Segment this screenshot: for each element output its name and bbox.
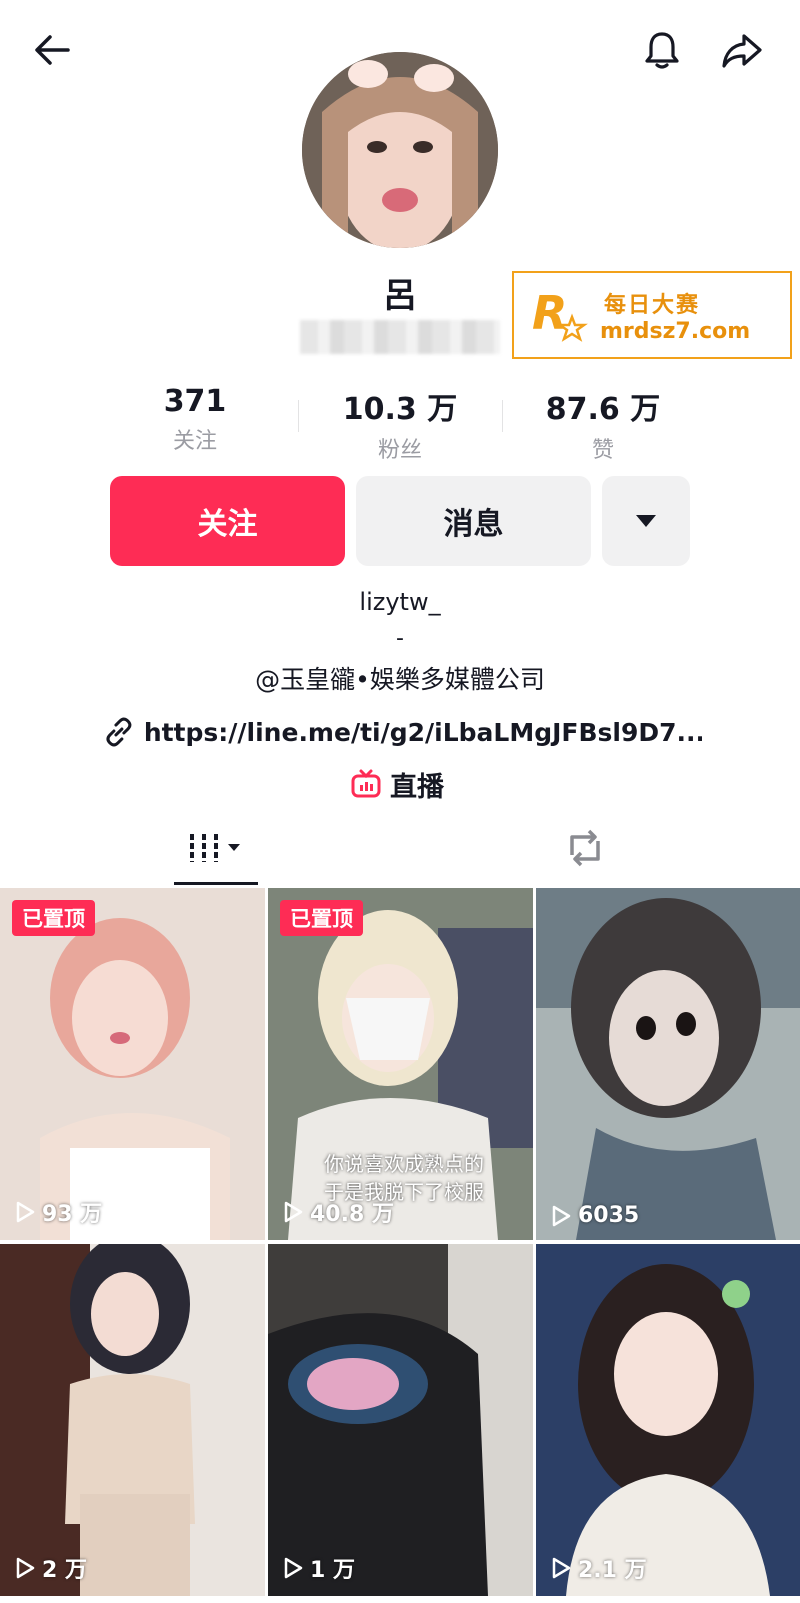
stat-followers-label: 粉丝 [377, 438, 422, 463]
view-count: 6035 [550, 1203, 639, 1228]
stat-following-value: 371 [163, 384, 227, 419]
bell-icon [645, 32, 679, 69]
pinned-badge: 已置顶 [12, 900, 95, 936]
live-label: 直播 [390, 771, 444, 803]
stat-following[interactable]: 371 关注 [95, 384, 295, 455]
profile-actions: 关注 消息 [110, 476, 690, 566]
video-tile[interactable]: 1 万 [268, 1244, 533, 1596]
repost-icon [570, 829, 600, 867]
live-entry[interactable]: 直播 [350, 764, 444, 804]
stat-following-label: 关注 [172, 429, 217, 454]
tab-reposts[interactable] [552, 810, 618, 886]
video-tile[interactable]: 已置顶 93 万 [0, 888, 265, 1240]
view-count-text: 93 万 [42, 1202, 103, 1227]
play-icon [284, 1201, 303, 1223]
blurred-handle [300, 320, 500, 354]
view-count-text: 40.8 万 [310, 1202, 394, 1227]
play-icon [284, 1557, 303, 1579]
live-tv-icon [351, 769, 381, 798]
video-caption-line: 你说喜欢成熟点的 [324, 1152, 484, 1176]
more-options-button[interactable] [602, 476, 690, 566]
play-icon [552, 1557, 571, 1579]
stat-likes-value: 87.6 万 [545, 392, 661, 427]
video-tile[interactable]: 6035 [536, 888, 800, 1240]
svg-text:R: R [532, 286, 567, 340]
profile-avatar[interactable] [302, 52, 498, 248]
view-count-text: 2 万 [42, 1558, 87, 1583]
share-button[interactable] [714, 22, 770, 78]
follow-button[interactable]: 关注 [110, 476, 345, 566]
bio-link-text: https://line.me/ti/g2/iLbaLMgJFBsl9D7... [143, 717, 702, 747]
active-tab-indicator [174, 882, 258, 885]
view-count: 1 万 [282, 1552, 355, 1584]
watermark-badge: R 每日大赛 mrdsz7.com [512, 271, 792, 359]
profile-stats: 371 关注 10.3 万 粉丝 87.6 万 赞 [0, 384, 800, 464]
arrow-left-icon [35, 35, 70, 65]
grid-columns-icon [190, 834, 240, 862]
stat-likes[interactable]: 87.6 万 赞 [503, 384, 703, 464]
tab-videos[interactable] [174, 810, 258, 886]
view-count-text: 2.1 万 [578, 1558, 647, 1583]
message-button[interactable]: 消息 [356, 476, 591, 566]
notifications-button[interactable] [634, 22, 690, 78]
video-tile[interactable]: 2.1 万 [536, 1244, 800, 1596]
bio-agency: @玉皇豅•娛樂多媒體公司 [255, 665, 545, 694]
view-count-text: 6035 [578, 1203, 640, 1228]
stat-followers[interactable]: 10.3 万 粉丝 [300, 384, 500, 464]
watermark-url: mrdsz7.com [600, 319, 751, 344]
video-thumbnail [268, 1244, 533, 1596]
link-icon [106, 717, 132, 747]
view-count: 93 万 [14, 1196, 102, 1228]
video-thumbnail [536, 888, 800, 1240]
avatar-image [302, 52, 498, 248]
bio-separator: - [396, 626, 404, 651]
bio-link[interactable]: https://line.me/ti/g2/iLbaLMgJFBsl9D7... [102, 712, 702, 752]
back-button[interactable] [24, 22, 80, 78]
view-count: 2 万 [14, 1552, 87, 1584]
stat-followers-value: 10.3 万 [342, 392, 458, 427]
share-arrow-icon [722, 34, 762, 68]
video-thumbnail [0, 888, 265, 1240]
play-icon [16, 1557, 35, 1579]
play-icon [16, 1201, 35, 1223]
view-count-text: 1 万 [310, 1558, 355, 1583]
pinned-badge: 已置顶 [280, 900, 363, 936]
play-icon [552, 1205, 571, 1226]
video-grid: 已置顶 93 万 已置顶 你说喜欢成熟点的 于是我脱下了校服 40.8 万 60… [0, 888, 800, 1603]
stat-divider [298, 400, 299, 432]
bio-username: lizytw_ [359, 588, 441, 616]
content-tabs [0, 810, 800, 886]
view-count: 2.1 万 [550, 1552, 647, 1584]
video-tile[interactable]: 2 万 [0, 1244, 265, 1596]
watermark-logo-icon: R [532, 286, 588, 342]
caret-down-icon [636, 515, 656, 527]
view-count: 40.8 万 [282, 1196, 394, 1228]
video-thumbnail [0, 1244, 265, 1596]
video-tile[interactable]: 已置顶 你说喜欢成熟点的 于是我脱下了校服 40.8 万 [268, 888, 533, 1240]
video-thumbnail [536, 1244, 800, 1596]
stat-likes-label: 赞 [591, 438, 614, 463]
watermark-title: 每日大赛 [604, 293, 701, 318]
